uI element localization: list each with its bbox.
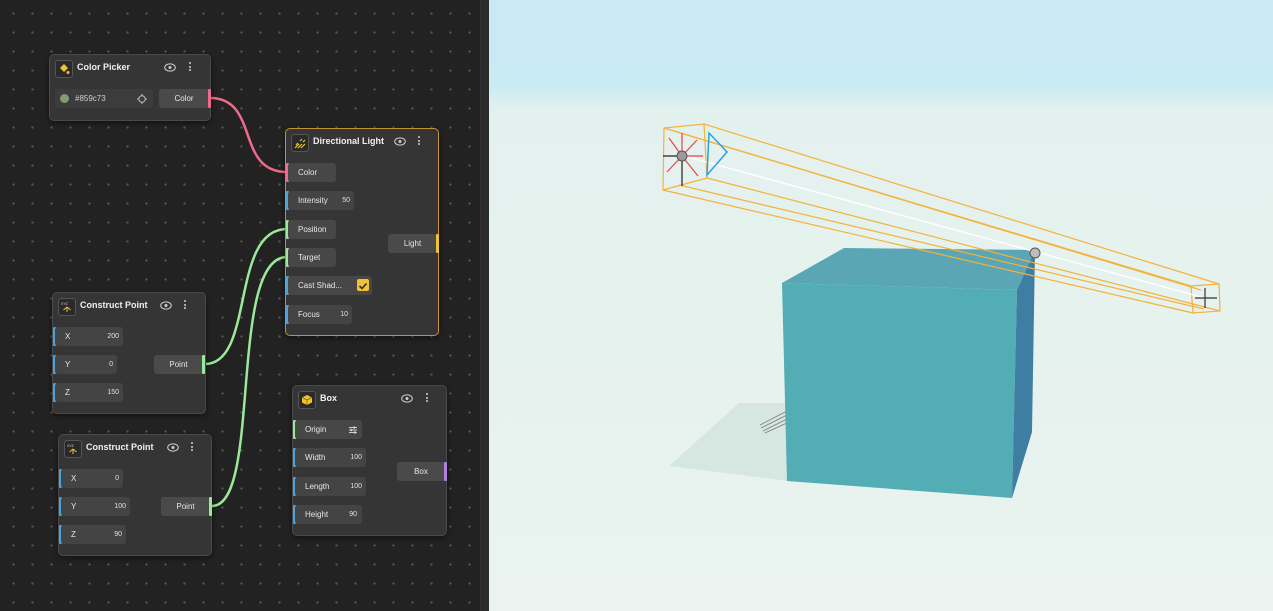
node-header[interactable]: Directional Light bbox=[286, 129, 438, 155]
sun-rays-icon bbox=[291, 134, 309, 152]
z-value[interactable]: 150 bbox=[93, 383, 119, 402]
input-z[interactable]: Z 90 bbox=[59, 525, 127, 545]
output-label: Box bbox=[414, 467, 428, 476]
input-origin[interactable]: Origin bbox=[293, 420, 363, 440]
node-title: Directional Light bbox=[313, 136, 385, 146]
construct-point-node[interactable]: XYZ Construct Point X 0 Y 100 Z 90 Point bbox=[58, 434, 212, 556]
directional-light-node[interactable]: Directional Light Color Intensity 50 Pos… bbox=[285, 128, 439, 336]
box-top-face bbox=[782, 248, 1035, 290]
input-target[interactable]: Target bbox=[286, 248, 346, 268]
target-handle[interactable] bbox=[1029, 247, 1041, 259]
y-value[interactable]: 100 bbox=[99, 497, 126, 516]
input-focus[interactable]: Focus 10 bbox=[286, 305, 356, 325]
node-title: Construct Point bbox=[80, 300, 148, 310]
length-value[interactable]: 100 bbox=[339, 477, 362, 496]
node-editor-canvas[interactable]: Color Picker #859c73 Color Directional L… bbox=[0, 0, 480, 611]
node-title: Construct Point bbox=[86, 442, 154, 452]
light-output-handle[interactable] bbox=[436, 234, 439, 253]
checkmark-icon bbox=[358, 282, 368, 290]
intensity-value[interactable]: 50 bbox=[328, 191, 350, 210]
node-title: Color Picker bbox=[77, 62, 131, 72]
wire-point1-to-position bbox=[204, 227, 288, 366]
color-bucket-icon bbox=[55, 60, 73, 78]
input-width[interactable]: Width 100 bbox=[293, 448, 367, 468]
color-hex-field[interactable]: #859c73 bbox=[55, 89, 153, 109]
more-menu-icon[interactable] bbox=[190, 441, 194, 453]
cube-icon bbox=[298, 391, 316, 409]
box-node[interactable]: Box Origin Width 100 Length 100 Height 9… bbox=[292, 385, 447, 536]
construct-point-node[interactable]: XYZ Construct Point X 200 Y 0 Z 150 Poin… bbox=[52, 292, 206, 414]
input-z[interactable]: Z 150 bbox=[53, 383, 125, 403]
input-color[interactable]: Color bbox=[286, 163, 346, 183]
node-header[interactable]: XYZ Construct Point bbox=[53, 293, 205, 319]
output-label: Color bbox=[174, 94, 194, 103]
y-value[interactable]: 0 bbox=[93, 355, 113, 374]
input-x[interactable]: X 0 bbox=[59, 469, 123, 489]
color-output-port[interactable]: Color bbox=[159, 89, 209, 108]
focus-value[interactable]: 10 bbox=[326, 305, 348, 324]
node-header[interactable]: Box bbox=[293, 386, 446, 412]
input-x[interactable]: X 200 bbox=[53, 327, 125, 347]
scene-render bbox=[662, 123, 1221, 498]
x-value[interactable]: 200 bbox=[93, 327, 119, 346]
cast-shadow-checkbox[interactable] bbox=[357, 279, 369, 291]
color-output-handle[interactable] bbox=[208, 89, 211, 108]
input-position[interactable]: Position bbox=[286, 220, 346, 240]
xyz-axes-icon: XYZ bbox=[64, 440, 82, 458]
eye-icon[interactable] bbox=[167, 443, 179, 452]
output-label: Light bbox=[403, 239, 422, 248]
box-output-port[interactable]: Box bbox=[397, 462, 445, 481]
color-picker-node[interactable]: Color Picker #859c73 Color bbox=[49, 54, 211, 121]
output-label: Point bbox=[176, 502, 195, 511]
box-output-handle[interactable] bbox=[444, 462, 447, 481]
point-output-port[interactable]: Point bbox=[154, 355, 203, 374]
input-y[interactable]: Y 0 bbox=[53, 355, 117, 375]
eye-icon[interactable] bbox=[160, 301, 172, 310]
x-value[interactable]: 0 bbox=[99, 469, 119, 488]
3d-viewport[interactable] bbox=[489, 0, 1273, 611]
box-front-face bbox=[782, 283, 1017, 498]
input-length[interactable]: Length 100 bbox=[293, 477, 367, 497]
light-output-port[interactable]: Light bbox=[388, 234, 437, 253]
more-menu-icon[interactable] bbox=[417, 135, 421, 147]
output-label: Point bbox=[169, 360, 188, 369]
svg-text:XYZ: XYZ bbox=[61, 302, 69, 306]
z-value[interactable]: 90 bbox=[99, 525, 122, 544]
eyedropper-icon[interactable] bbox=[137, 94, 147, 104]
xyz-axes-icon: XYZ bbox=[58, 298, 76, 316]
sliders-icon[interactable] bbox=[348, 425, 358, 435]
input-height[interactable]: Height 90 bbox=[293, 505, 363, 525]
node-header[interactable]: Color Picker bbox=[50, 55, 210, 81]
width-value[interactable]: 100 bbox=[339, 448, 362, 467]
input-cast-shadow[interactable]: Cast Shad... bbox=[286, 276, 376, 296]
svg-text:XYZ: XYZ bbox=[67, 444, 75, 448]
node-header[interactable]: XYZ Construct Point bbox=[59, 435, 211, 461]
point-output-port[interactable]: Point bbox=[161, 497, 210, 516]
wire-point2-to-target bbox=[211, 255, 288, 508]
input-label: Color bbox=[288, 163, 336, 182]
eye-icon[interactable] bbox=[401, 394, 413, 403]
ground-shadow bbox=[669, 403, 789, 481]
point-output-handle[interactable] bbox=[209, 497, 212, 516]
node-title: Box bbox=[320, 393, 338, 403]
height-value[interactable]: 90 bbox=[339, 505, 357, 524]
input-y[interactable]: Y 100 bbox=[59, 497, 131, 517]
more-menu-icon[interactable] bbox=[188, 61, 192, 73]
input-intensity[interactable]: Intensity 50 bbox=[286, 191, 356, 211]
input-label: Target bbox=[288, 248, 336, 267]
input-label: Position bbox=[288, 220, 336, 239]
color-swatch bbox=[60, 94, 69, 103]
eye-icon[interactable] bbox=[394, 137, 406, 146]
more-menu-icon[interactable] bbox=[425, 392, 429, 404]
wire-color-to-light bbox=[209, 96, 288, 174]
more-menu-icon[interactable] bbox=[183, 299, 187, 311]
point-output-handle[interactable] bbox=[202, 355, 205, 374]
eye-icon[interactable] bbox=[164, 63, 176, 72]
